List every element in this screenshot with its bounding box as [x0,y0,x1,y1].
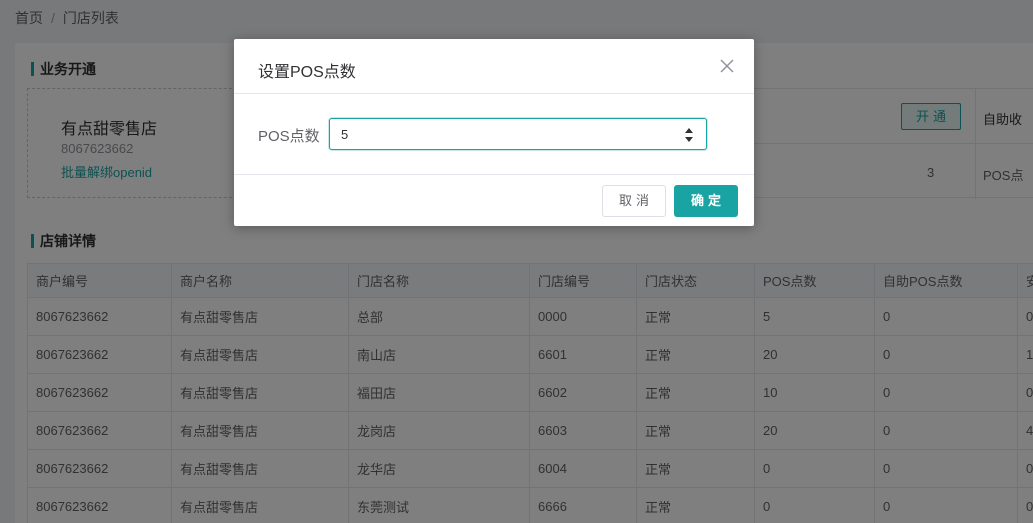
dialog-title: 设置POS点数 [258,64,356,81]
close-icon[interactable] [717,56,737,76]
number-spinner-icon[interactable] [684,126,694,144]
cancel-button[interactable]: 取消 [602,185,666,217]
pos-count-label: POS点数 [258,128,320,145]
pos-count-input-value: 5 [341,127,349,142]
dialog-footer-divider [234,174,754,175]
confirm-button[interactable]: 确定 [674,185,738,217]
dialog-header-divider [234,93,754,94]
set-pos-count-dialog: 设置POS点数 POS点数 5 取消 确定 [234,39,754,226]
pos-count-input[interactable]: 5 [329,118,707,150]
